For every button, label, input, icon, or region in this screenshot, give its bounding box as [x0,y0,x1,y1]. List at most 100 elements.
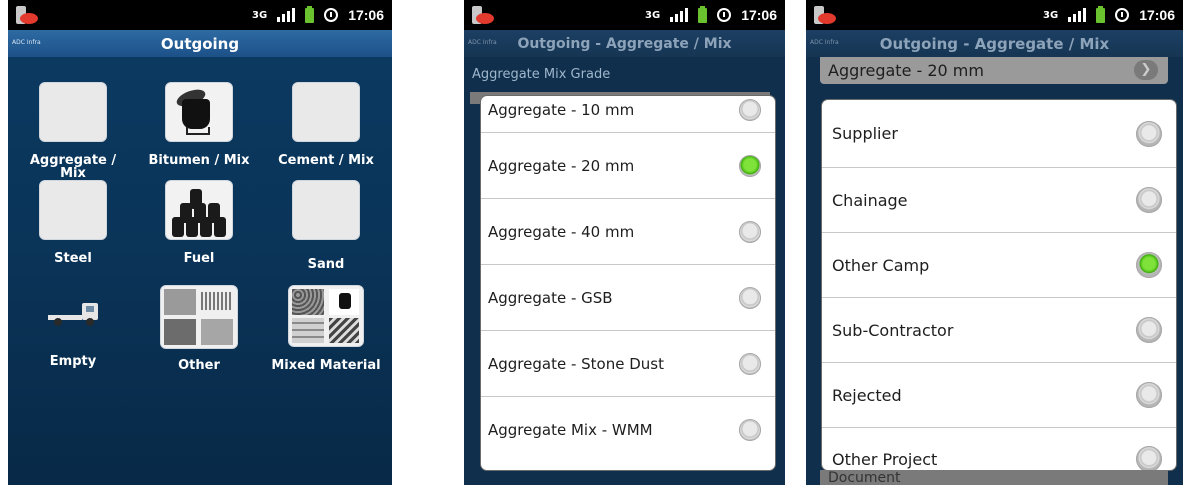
tile-label: Aggregate / Mix [29,153,117,181]
tile-label: Cement / Mix [278,153,374,168]
tile-steel[interactable]: Steel [13,180,133,265]
page-title: Outgoing - Aggregate / Mix [517,35,732,52]
tile-sand[interactable]: Sand [266,180,386,271]
alarm-icon [324,8,339,22]
option-row[interactable]: Aggregate Mix - WMM [481,397,775,463]
truck-icon [40,285,106,343]
option-row[interactable]: Aggregate - 20 mm [481,133,775,199]
app-logo: ADC Infra [12,39,41,46]
title-bar: ADC Infra Outgoing [8,30,392,57]
tile-label: Mixed Material [271,358,381,373]
gravel-icon [39,82,107,142]
tile-cement-mix[interactable]: Cement / Mix [266,82,386,167]
radio-unchecked-icon[interactable] [1136,187,1162,213]
grade-select-field[interactable]: Aggregate - 20 mm ❯ [820,57,1168,84]
option-row[interactable]: Sub-Contractor [822,298,1176,363]
title-bar: ADC Infra Outgoing - Aggregate / Mix [464,30,785,57]
option-row[interactable]: Aggregate - 10 mm [481,96,775,133]
tile-label: Other [178,358,220,373]
app-notification-icon [14,4,38,26]
bitumen-bucket-icon [165,82,233,142]
mixed-materials-icon [288,285,364,347]
document-field: Document [820,470,1168,485]
network-type: 3G [1043,9,1059,21]
option-row[interactable]: Aggregate - GSB [481,265,775,331]
status-bar: 3G 17:06 [464,0,785,30]
tile-mixed-material[interactable]: Mixed Material [266,285,386,372]
tile-fuel[interactable]: Fuel [139,180,259,265]
tile-other[interactable]: Other [139,285,259,372]
radio-checked-icon[interactable] [1136,252,1162,278]
option-label: Other Camp [832,255,930,275]
tile-label: Fuel [183,251,215,266]
chevron-right-icon[interactable]: ❯ [1134,60,1158,80]
field-value: Aggregate - 20 mm [828,61,984,80]
clock: 17:06 [1139,7,1175,23]
sand-pile-icon [292,180,360,240]
app-notification-icon [470,4,494,26]
tile-label: Bitumen / Mix [148,153,250,168]
clock: 17:06 [741,7,777,23]
cement-bags-icon [292,82,360,142]
radio-unchecked-icon[interactable] [1136,446,1162,470]
option-row[interactable]: Supplier [822,100,1176,168]
tile-bitumen-mix[interactable]: Bitumen / Mix [139,82,259,167]
option-label: Other Project [832,450,938,469]
radio-unchecked-icon[interactable] [739,352,761,375]
tile-label: Sand [307,257,345,272]
radio-checked-icon[interactable] [739,154,761,177]
steel-rods-icon [39,180,107,240]
aggregate-grade-screen: 3G 17:06 ADC Infra Outgoing - Aggregate … [464,0,785,485]
tile-label: Steel [54,251,92,266]
grade-picker-dialog: Aggregate - 10 mm Aggregate - 20 mm Aggr… [481,96,775,470]
page-title: Outgoing - Aggregate / Mix [879,34,1110,53]
network-type: 3G [645,9,661,21]
tile-aggregate-mix[interactable]: Aggregate / Mix [13,82,133,180]
radio-unchecked-icon[interactable] [1136,317,1162,343]
clock: 17:06 [348,7,384,23]
signal-icon [1068,8,1087,22]
option-label: Aggregate - 10 mm [488,101,635,119]
option-row[interactable]: Other Project [822,428,1176,470]
radio-unchecked-icon[interactable] [739,220,761,243]
field-label: Aggregate Mix Grade [472,67,611,82]
option-label: Aggregate - Stone Dust [488,354,664,373]
status-bar: 3G 17:06 [806,0,1183,30]
app-notification-icon [812,4,836,26]
other-materials-icon [160,285,238,349]
fuel-drums-icon [165,180,233,240]
page-title: Outgoing [160,34,240,53]
battery-icon [305,5,315,23]
signal-icon [277,8,296,22]
app-logo: ADC Infra [810,39,839,46]
option-label: Supplier [832,124,898,143]
app-logo: ADC Infra [468,39,497,46]
radio-unchecked-icon[interactable] [739,99,761,121]
option-row[interactable]: Aggregate - Stone Dust [481,331,775,397]
radio-unchecked-icon[interactable] [1136,382,1162,408]
radio-unchecked-icon[interactable] [739,419,761,441]
option-label: Sub-Contractor [832,320,954,340]
radio-unchecked-icon[interactable] [739,286,761,309]
source-picker-dialog: Supplier Chainage Other Camp Sub-Contrac… [822,100,1176,470]
battery-icon [1096,5,1106,23]
option-row[interactable]: Rejected [822,363,1176,428]
option-label: Aggregate - 40 mm [488,222,635,241]
option-label: Aggregate Mix - WMM [488,421,653,439]
option-row[interactable]: Aggregate - 40 mm [481,199,775,265]
alarm-icon [1115,8,1130,22]
option-label: Rejected [832,385,902,405]
tile-empty[interactable]: Empty [13,285,133,368]
option-row[interactable]: Chainage [822,168,1176,233]
title-bar: ADC Infra Outgoing - Aggregate / Mix [806,30,1183,57]
option-label: Aggregate - 20 mm [488,156,635,175]
alarm-icon [717,8,732,22]
option-row[interactable]: Other Camp [822,233,1176,298]
radio-unchecked-icon[interactable] [1136,120,1162,147]
destination-screen: 3G 17:06 ADC Infra Outgoing - Aggregate … [806,0,1183,485]
option-label: Chainage [832,190,908,210]
battery-icon [698,5,708,23]
tile-label: Empty [49,354,97,369]
signal-icon [670,8,689,22]
status-bar: 3G 17:06 [8,0,392,30]
